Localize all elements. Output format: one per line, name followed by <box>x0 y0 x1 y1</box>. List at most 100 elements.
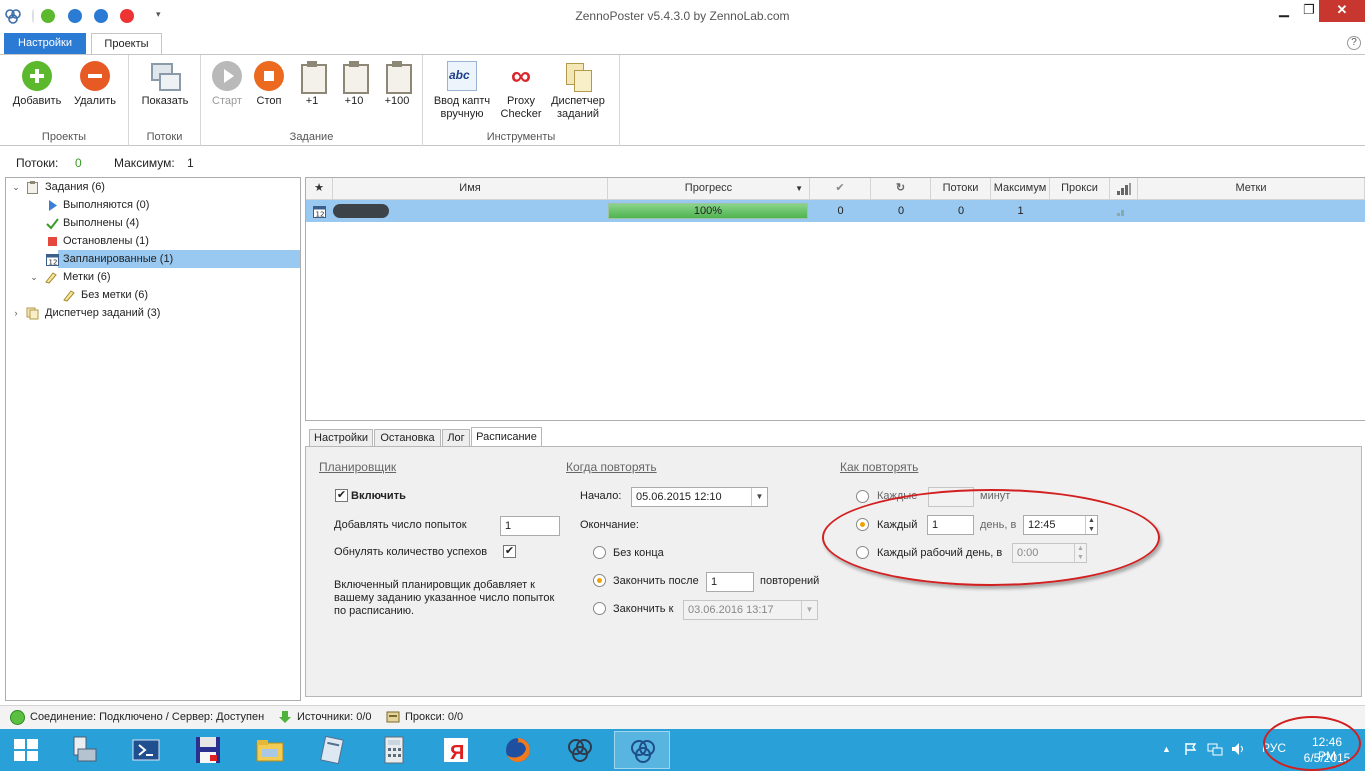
every-day-input[interactable] <box>927 515 974 535</box>
column-progress[interactable]: Прогресс ▼ <box>608 178 810 200</box>
add-attempts-input[interactable] <box>500 516 560 536</box>
calendar-icon: 12 <box>46 254 59 266</box>
windows-logo-icon <box>14 739 38 761</box>
clipboard-icon <box>382 61 412 94</box>
enable-planner-checkbox[interactable]: ✔ <box>335 489 348 502</box>
tree-item-completed[interactable]: Выполнены (4) <box>28 214 298 232</box>
stop-icon <box>254 61 284 91</box>
finish-after-input[interactable] <box>706 572 754 592</box>
every-minutes-radio[interactable] <box>856 490 869 503</box>
max-threads-label: Максимум: <box>114 156 175 170</box>
column-favorite[interactable]: ★ <box>306 178 333 200</box>
spinner-arrows-icon[interactable]: ▲ ▼ <box>1074 544 1086 562</box>
table-row[interactable]: 12 100% 0 0 0 1 <box>306 200 1365 222</box>
tab-task-settings[interactable]: Настройки <box>309 429 373 447</box>
status-bar: Соединение: Подключено / Сервер: Доступе… <box>0 705 1365 729</box>
chevron-down-icon[interactable]: ▼ <box>801 601 817 619</box>
show-hidden-icons-icon[interactable]: ▲ <box>1162 744 1171 754</box>
ribbon-group-threads: Показать Потоки <box>129 55 201 146</box>
network-icon[interactable] <box>1207 742 1223 756</box>
no-end-label: Без конца <box>613 547 664 559</box>
planner-description: Включенный планировщик добавляет к вашем… <box>334 579 555 617</box>
input-language[interactable]: РУС <box>1262 741 1286 755</box>
add-ten-attempts-button[interactable]: +10 <box>334 61 374 108</box>
clock-date[interactable]: 6/5/2015 <box>1302 751 1352 765</box>
action-center-flag-icon[interactable] <box>1184 742 1198 756</box>
taskbar-file-explorer[interactable] <box>242 731 298 769</box>
tab-projects[interactable]: Проекты <box>91 33 162 54</box>
column-retries[interactable]: ↻ <box>871 178 931 200</box>
sources-status: Источники: 0/0 <box>297 711 372 723</box>
taskbar-save-app[interactable] <box>180 731 236 769</box>
finish-at-datetime-picker[interactable]: 03.06.2016 13:17 ▼ <box>683 600 818 620</box>
add-one-attempt-button[interactable]: +1 <box>292 61 332 108</box>
column-max[interactable]: Максимум <box>991 178 1050 200</box>
sort-dropdown-icon[interactable]: ▼ <box>795 178 803 199</box>
expand-chevron-icon[interactable]: ⌄ <box>10 178 22 196</box>
tree-item-scheduled[interactable]: 12 Запланированные (1) <box>46 250 300 268</box>
column-signal[interactable] <box>1110 178 1138 200</box>
close-icon[interactable]: ✕ <box>1319 0 1365 22</box>
reset-success-checkbox[interactable]: ✔ <box>503 545 516 558</box>
taskbar-calculator[interactable] <box>366 731 422 769</box>
tree-item-stopped[interactable]: Остановлены (1) <box>28 232 298 250</box>
every-day-radio[interactable] <box>856 518 869 531</box>
column-name[interactable]: Имя <box>333 178 608 200</box>
start-datetime-picker[interactable]: 05.06.2015 12:10 ▼ <box>631 487 768 507</box>
checkmark-icon: ✔ <box>504 545 515 557</box>
taskbar-zennoposter-1[interactable] <box>552 731 608 769</box>
file-explorer-icon <box>256 740 284 762</box>
taskbar-notepad[interactable] <box>304 731 360 769</box>
cell-threads: 0 <box>957 205 965 217</box>
spinner-arrows-icon[interactable]: ▲ ▼ <box>1085 516 1097 534</box>
tab-schedule[interactable]: Расписание <box>471 427 542 448</box>
ribbon-group-tools: Ввод каптч вручную ∞ Proxy Checker Диспе… <box>423 55 620 146</box>
tree-item-tasks[interactable]: ⌄ Задания (6) <box>10 178 300 196</box>
workday-radio[interactable] <box>856 546 869 559</box>
finish-after-radio[interactable] <box>593 574 606 587</box>
volume-icon[interactable] <box>1231 742 1247 756</box>
column-success[interactable]: ✔ <box>810 178 871 200</box>
manual-captcha-button[interactable]: Ввод каптч вручную <box>431 61 493 121</box>
start-button[interactable] <box>0 729 54 771</box>
tree-item-running[interactable]: Выполняются (0) <box>28 196 298 214</box>
column-threads[interactable]: Потоки <box>931 178 991 200</box>
taskbar-server-manager[interactable] <box>55 731 111 769</box>
tab-log[interactable]: Лог <box>442 429 470 447</box>
tree-item-tags[interactable]: ⌄ Метки (6) <box>28 268 298 286</box>
stop-button[interactable]: Стоп <box>249 61 289 108</box>
finish-at-radio[interactable] <box>593 602 606 615</box>
taskbar-firefox[interactable] <box>490 731 546 769</box>
signal-bars-icon <box>1117 210 1124 216</box>
column-proxy[interactable]: Прокси <box>1050 178 1110 200</box>
day-time-spinner[interactable]: 12:45 ▲ ▼ <box>1023 515 1098 535</box>
no-end-radio[interactable] <box>593 546 606 559</box>
show-threads-button[interactable]: Показать <box>135 61 195 108</box>
delete-button[interactable]: Удалить <box>68 61 122 108</box>
task-dispatcher-button[interactable]: Диспетчер заданий <box>547 61 609 121</box>
taskbar-yandex-browser[interactable]: Я <box>428 731 484 769</box>
every-minutes-input[interactable] <box>928 487 974 507</box>
chevron-down-icon[interactable]: ▼ <box>751 488 767 506</box>
collapse-chevron-icon[interactable]: › <box>10 304 22 322</box>
taskbar-zennoposter-2[interactable] <box>614 731 670 769</box>
add-hundred-attempts-button[interactable]: +100 <box>376 61 418 108</box>
taskbar-powershell[interactable] <box>118 731 174 769</box>
workday-time-spinner[interactable]: 0:00 ▲ ▼ <box>1012 543 1087 563</box>
column-tags[interactable]: Метки <box>1138 178 1365 200</box>
start-button[interactable]: Старт <box>207 61 247 108</box>
repeats-label: повторений <box>760 575 820 587</box>
checkmark-icon: ✔ <box>835 182 845 194</box>
tab-stop[interactable]: Остановка <box>374 429 441 447</box>
tree-item-untagged[interactable]: Без метки (6) <box>46 286 296 304</box>
add-button[interactable]: Добавить <box>9 61 65 108</box>
max-threads-value: 1 <box>187 156 194 170</box>
title-bar: ▾ ZennoPoster v5.4.3.0 by ZennoLab.com ▁… <box>0 0 1365 32</box>
help-icon[interactable]: ? <box>1347 36 1361 50</box>
svg-text:12: 12 <box>316 211 325 219</box>
proxy-checker-button[interactable]: ∞ Proxy Checker <box>498 61 544 121</box>
task-tree: ⌄ Задания (6) Выполняются (0) Выполнены … <box>5 177 301 701</box>
tab-settings[interactable]: Настройки <box>4 33 86 54</box>
tree-item-task-dispatcher[interactable]: › Диспетчер заданий (3) <box>10 304 300 322</box>
expand-chevron-icon[interactable]: ⌄ <box>28 268 40 286</box>
